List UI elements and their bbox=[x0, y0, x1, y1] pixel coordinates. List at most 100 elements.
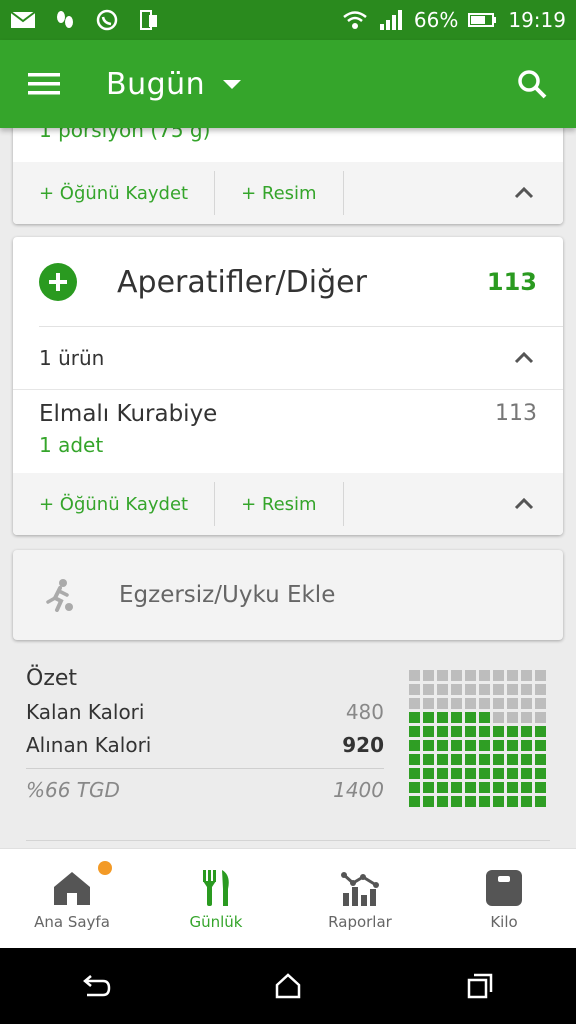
grid-cell bbox=[521, 684, 532, 695]
grid-cell bbox=[451, 754, 462, 765]
grid-cell bbox=[507, 740, 518, 751]
grid-cell bbox=[521, 726, 532, 737]
nav-weight[interactable]: Kilo bbox=[432, 849, 576, 948]
grid-cell bbox=[409, 712, 420, 723]
add-food-icon[interactable] bbox=[39, 263, 77, 301]
grid-cell bbox=[423, 726, 434, 737]
grid-cell bbox=[507, 782, 518, 793]
grid-cell bbox=[409, 782, 420, 793]
divider bbox=[13, 389, 563, 390]
battery-icon bbox=[468, 13, 497, 27]
summary-title: Özet bbox=[26, 666, 78, 691]
grid-cell bbox=[535, 698, 546, 709]
grid-cell bbox=[507, 712, 518, 723]
grid-cell bbox=[451, 740, 462, 751]
date-title[interactable]: Bugün bbox=[106, 67, 205, 102]
app-bar: Bugün bbox=[0, 40, 576, 128]
grid-cell bbox=[465, 726, 476, 737]
grid-cell bbox=[409, 726, 420, 737]
grid-cell bbox=[423, 782, 434, 793]
chevron-up-icon[interactable] bbox=[513, 493, 535, 515]
add-photo-button[interactable]: + Resim bbox=[215, 482, 344, 526]
grid-cell bbox=[493, 768, 504, 779]
grid-cell bbox=[535, 782, 546, 793]
summary-divider bbox=[26, 768, 384, 769]
back-icon[interactable] bbox=[66, 956, 126, 1016]
grid-cell bbox=[521, 712, 532, 723]
grid-cell bbox=[535, 796, 546, 807]
nav-reports[interactable]: Raporlar bbox=[288, 849, 432, 948]
reports-icon bbox=[341, 871, 379, 906]
recent-apps-icon[interactable] bbox=[450, 956, 510, 1016]
menu-icon[interactable] bbox=[0, 40, 88, 128]
meal-header[interactable]: Aperatifler/Diğer 113 bbox=[13, 237, 563, 327]
grid-cell bbox=[479, 740, 490, 751]
grid-cell bbox=[521, 754, 532, 765]
grid-cell bbox=[423, 768, 434, 779]
grid-cell bbox=[437, 796, 448, 807]
battery-percent: 66% bbox=[413, 8, 459, 32]
grid-cell bbox=[437, 684, 448, 695]
search-icon[interactable] bbox=[488, 40, 576, 128]
grid-cell bbox=[437, 740, 448, 751]
grid-cell bbox=[493, 754, 504, 765]
tgd-target: 1400 bbox=[333, 778, 384, 802]
grid-cell bbox=[437, 768, 448, 779]
system-navigation-bar bbox=[0, 948, 576, 1024]
chevron-up-icon[interactable] bbox=[513, 182, 535, 204]
consumed-calories-label: Alınan Kalori bbox=[26, 733, 152, 757]
grid-cell bbox=[535, 684, 546, 695]
grid-cell bbox=[507, 796, 518, 807]
bottom-navigation: Ana Sayfa Günlük Raporlar Kilo bbox=[0, 848, 576, 948]
grid-cell bbox=[451, 712, 462, 723]
nav-diary[interactable]: Günlük bbox=[144, 849, 288, 948]
grid-cell bbox=[437, 754, 448, 765]
grid-cell bbox=[465, 670, 476, 681]
save-meal-button[interactable]: + Öğünü Kaydet bbox=[13, 482, 216, 526]
grid-cell bbox=[437, 712, 448, 723]
chevron-up-icon[interactable] bbox=[513, 347, 535, 369]
grid-cell bbox=[507, 698, 518, 709]
grid-cell bbox=[493, 712, 504, 723]
dropdown-arrow-icon[interactable] bbox=[223, 79, 242, 89]
item-count: 1 ürün bbox=[39, 346, 105, 370]
fork-knife-icon bbox=[203, 869, 229, 906]
grid-cell bbox=[465, 768, 476, 779]
grid-cell bbox=[465, 740, 476, 751]
scale-icon bbox=[486, 869, 522, 906]
nav-home-label: Ana Sayfa bbox=[34, 912, 110, 931]
grid-cell bbox=[479, 670, 490, 681]
grid-cell bbox=[465, 796, 476, 807]
grid-cell bbox=[409, 740, 420, 751]
item-count-row[interactable]: 1 ürün bbox=[13, 327, 563, 389]
grid-cell bbox=[521, 698, 532, 709]
grid-cell bbox=[451, 684, 462, 695]
add-exercise-sleep-button[interactable]: Egzersiz/Uyku Ekle bbox=[13, 550, 563, 640]
remaining-calories-row: Kalan Kalori 480 bbox=[26, 700, 384, 724]
food-calories: 113 bbox=[495, 401, 537, 426]
save-meal-button[interactable]: + Öğünü Kaydet bbox=[13, 171, 216, 215]
grid-cell bbox=[521, 768, 532, 779]
grid-cell bbox=[409, 684, 420, 695]
grid-cell bbox=[465, 684, 476, 695]
grid-cell bbox=[423, 796, 434, 807]
home-icon bbox=[54, 871, 90, 905]
grid-cell bbox=[451, 768, 462, 779]
mail-icon bbox=[10, 11, 36, 28]
add-exercise-label: Egzersiz/Uyku Ekle bbox=[119, 582, 336, 608]
phone-icon bbox=[140, 10, 157, 30]
grid-cell bbox=[479, 754, 490, 765]
previous-meal-card: 1 porsiyon (75 g) + Öğünü Kaydet + Resim bbox=[13, 128, 563, 224]
remaining-calories-label: Kalan Kalori bbox=[26, 700, 145, 724]
nav-home[interactable]: Ana Sayfa bbox=[0, 849, 144, 948]
tgd-row: %66 TGD 1400 bbox=[26, 778, 384, 802]
consumed-calories-row: Alınan Kalori 920 bbox=[26, 733, 384, 757]
grid-cell bbox=[451, 782, 462, 793]
notification-badge bbox=[98, 861, 112, 875]
grid-cell bbox=[507, 670, 518, 681]
home-button-icon[interactable] bbox=[258, 956, 318, 1016]
nav-reports-label: Raporlar bbox=[328, 912, 392, 931]
consumed-calories-value: 920 bbox=[342, 733, 384, 757]
grid-cell bbox=[493, 740, 504, 751]
add-photo-button[interactable]: + Resim bbox=[215, 171, 344, 215]
